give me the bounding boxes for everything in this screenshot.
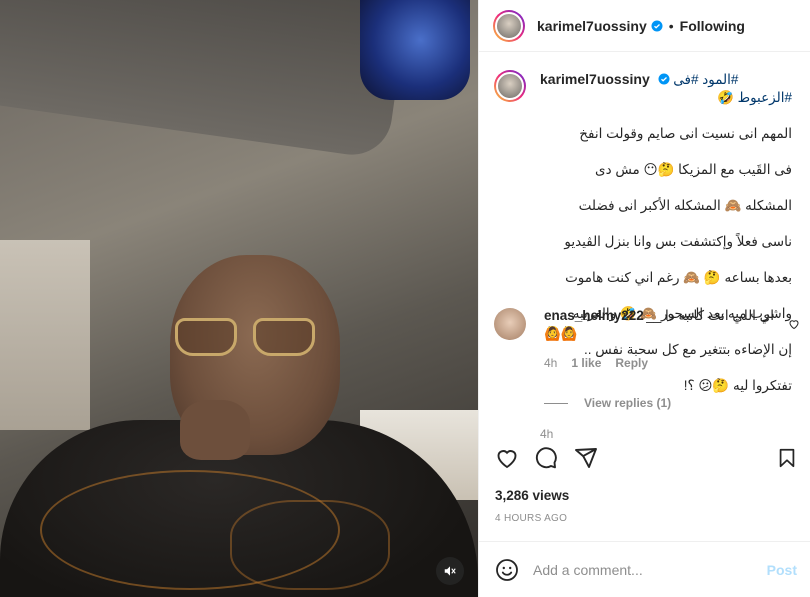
- caption-line: المشكله 🙈 المشكله الأكبر انى فضلت: [578, 198, 792, 213]
- comment-input[interactable]: [533, 561, 753, 578]
- rear-view-mirror: [360, 0, 470, 100]
- post-timestamp[interactable]: 4 HOURS AGO: [495, 513, 567, 524]
- mute-icon: [443, 564, 457, 578]
- caption-hashtag-1[interactable]: المود #فى#: [673, 72, 738, 87]
- action-bar: [494, 446, 804, 472]
- caption-line: ناسى فعلاً وإكتشفت بس وانا بنزل الڤيديو: [564, 234, 792, 249]
- caption-username[interactable]: karimel7uossiny: [540, 71, 650, 87]
- post-header: karimel7uossiny • Following: [479, 0, 810, 52]
- view-replies-button[interactable]: View replies (1): [584, 396, 671, 410]
- commenter-avatar[interactable]: [494, 308, 526, 340]
- separator-dot: •: [668, 17, 674, 34]
- caption-line: بعدها بساعه 🤔 🙈 رغم اني كنت هاموت: [565, 270, 792, 285]
- verified-badge-icon: [651, 20, 663, 32]
- comment-icon[interactable]: [534, 446, 558, 470]
- caption-timestamp[interactable]: 4h: [540, 425, 792, 443]
- share-icon[interactable]: [574, 446, 598, 470]
- car-sun-visor: [0, 0, 410, 160]
- emoji-icon[interactable]: [495, 558, 519, 582]
- view-count[interactable]: 3,286 views: [495, 488, 569, 503]
- caption-author-avatar[interactable]: [494, 70, 526, 102]
- caption-emoji: 🤣: [717, 90, 734, 105]
- comment-emojis: 🙆🙆: [544, 326, 578, 341]
- like-heart-icon[interactable]: [494, 446, 520, 470]
- author-avatar[interactable]: [493, 9, 525, 42]
- comment-likes[interactable]: 1 like: [571, 356, 601, 370]
- caption-line: المهم انى نسيت انى صايم وقولت انفخ: [579, 126, 792, 141]
- comment-timestamp[interactable]: 4h: [544, 356, 557, 370]
- add-comment-bar: Post: [479, 541, 810, 597]
- comment-reply-button[interactable]: Reply: [615, 356, 648, 370]
- replies-line: [544, 402, 568, 404]
- man-hand: [180, 400, 250, 460]
- author-username[interactable]: karimel7uossiny: [537, 18, 647, 34]
- bookmark-icon[interactable]: [776, 446, 798, 470]
- car-window-left: [0, 240, 90, 430]
- caption-line: فى القَيب مع المزيكا 🤔😶 مش دى: [595, 162, 792, 177]
- post-video[interactable]: [0, 0, 478, 597]
- following-button[interactable]: Following: [680, 18, 745, 34]
- commenter-username[interactable]: enas_helmy222: [544, 308, 644, 324]
- shirt-pattern-2: [230, 500, 390, 590]
- mute-button[interactable]: [436, 557, 464, 585]
- comment-like-heart-icon[interactable]: [788, 318, 800, 330]
- comment-item: enas_helmy222 اي اللي انت كاتبه دا __ 🙆🙆…: [494, 308, 810, 410]
- sunglasses: [175, 318, 320, 358]
- caption-hashtag-2[interactable]: #الزعبوط: [738, 90, 792, 105]
- post-comment-button[interactable]: Post: [767, 562, 797, 578]
- verified-badge-icon: [658, 73, 670, 85]
- comment-text: اي اللي انت كاتبه دا __: [646, 308, 774, 323]
